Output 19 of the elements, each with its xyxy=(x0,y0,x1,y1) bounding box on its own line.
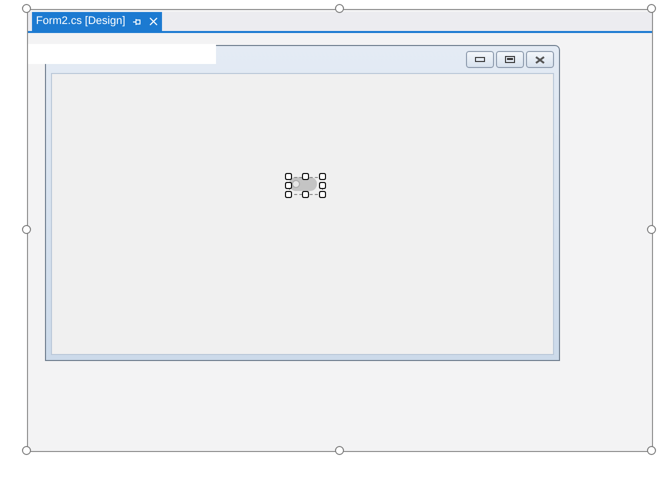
selection-handle[interactable] xyxy=(302,191,309,198)
resize-handle[interactable] xyxy=(22,225,31,234)
resize-handle[interactable] xyxy=(22,446,31,455)
pin-icon[interactable] xyxy=(133,18,142,26)
close-button[interactable] xyxy=(526,51,554,68)
close-icon xyxy=(535,56,545,64)
resize-handle[interactable] xyxy=(22,4,31,13)
resize-handle[interactable] xyxy=(647,225,656,234)
close-icon[interactable] xyxy=(149,17,158,26)
resize-handle[interactable] xyxy=(647,446,656,455)
document-tab[interactable]: Form2.cs [Design] xyxy=(32,12,162,31)
resize-handle[interactable] xyxy=(335,446,344,455)
minimize-icon xyxy=(475,57,485,62)
maximize-icon xyxy=(505,56,515,63)
resize-handle[interactable] xyxy=(335,4,344,13)
minimize-button[interactable] xyxy=(466,51,494,68)
maximize-button[interactable] xyxy=(496,51,524,68)
resize-handle[interactable] xyxy=(647,4,656,13)
selection-handle[interactable] xyxy=(302,173,309,180)
